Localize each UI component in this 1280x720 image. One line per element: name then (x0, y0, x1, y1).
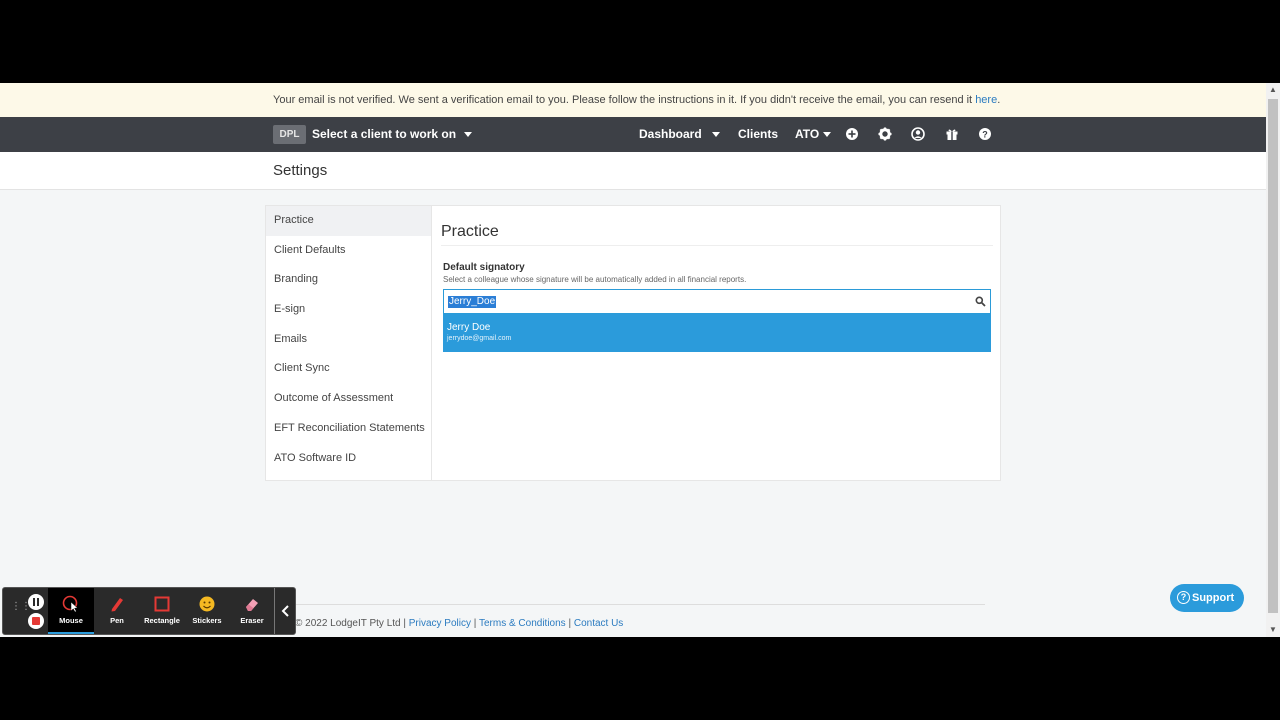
contact-us-link[interactable]: Contact Us (574, 618, 623, 629)
scroll-up-icon[interactable]: ▲ (1266, 83, 1280, 97)
sidebar-item-outcome-of-assessment[interactable]: Outcome of Assessment (266, 384, 431, 414)
sidebar-item-emails[interactable]: Emails (266, 325, 431, 355)
tool-label: Pen (110, 616, 124, 625)
toolbar-collapse-button[interactable] (274, 588, 296, 634)
rectangle-icon (154, 596, 170, 612)
top-navbar: DPL Select a client to work on Dashboard… (0, 117, 1266, 152)
search-icon (975, 296, 986, 307)
sidebar-item-ato-software-id[interactable]: ATO Software ID (266, 444, 431, 474)
practice-badge[interactable]: DPL (273, 125, 306, 144)
tool-rectangle[interactable]: Rectangle (139, 588, 185, 634)
help-circle-icon[interactable]: ? (978, 127, 992, 141)
pen-icon (111, 598, 123, 612)
suggestion-email: jerrydoe@gmail.com (447, 335, 512, 342)
signatory-suggestion[interactable]: Jerry Doe jerrydoe@gmail.com (443, 314, 991, 352)
settings-header: Settings (0, 152, 1266, 190)
nav-ato[interactable]: ATO (795, 117, 832, 152)
footer-copyright: © 2022 LodgeIT Pty Ltd | (295, 618, 409, 629)
stop-icon[interactable] (28, 613, 44, 629)
eraser-icon (246, 599, 258, 611)
footer-separator: | (471, 618, 479, 629)
nav-dashboard[interactable]: Dashboard (639, 117, 702, 152)
support-label: Support (1192, 592, 1235, 604)
signatory-help-text: Select a colleague whose signature will … (443, 275, 747, 284)
pause-icon[interactable] (28, 594, 44, 610)
signatory-search-input[interactable]: Jerry_Doe (443, 289, 991, 314)
nav-clients-label: Clients (738, 127, 779, 141)
gear-icon[interactable] (878, 127, 892, 141)
sidebar-item-e-sign[interactable]: E-sign (266, 295, 431, 325)
chevron-down-icon (464, 132, 473, 138)
footer-separator: | (565, 618, 574, 629)
page-title: Settings (273, 162, 328, 179)
sidebar-item-client-sync[interactable]: Client Sync (266, 354, 431, 384)
chevron-down-icon (712, 132, 720, 138)
chevron-left-icon (281, 605, 289, 617)
footer-divider (295, 604, 985, 605)
tool-eraser[interactable]: Eraser (229, 588, 275, 634)
sidebar-item-eft-reconciliation[interactable]: EFT Reconciliation Statements (266, 414, 431, 444)
tool-label: Rectangle (144, 616, 180, 625)
sticker-icon (199, 596, 215, 612)
plus-circle-icon[interactable] (845, 127, 859, 141)
nav-dashboard-label: Dashboard (639, 127, 702, 141)
svg-text:?: ? (982, 130, 988, 140)
user-circle-icon[interactable] (911, 127, 925, 141)
sidebar-item-branding[interactable]: Branding (266, 265, 431, 295)
banner-end: . (997, 94, 1001, 106)
tool-label: Mouse (59, 616, 83, 625)
chevron-down-icon (823, 132, 832, 138)
signatory-label: Default signatory (443, 262, 525, 273)
nav-ato-label: ATO (795, 127, 820, 141)
client-select-dropdown[interactable]: Select a client to work on (312, 117, 473, 152)
signatory-search-value: Jerry_Doe (448, 296, 497, 308)
support-button[interactable]: ? Support (1170, 584, 1244, 612)
practice-panel: Practice Default signatory Select a coll… (441, 206, 993, 352)
help-circle-icon: ? (1177, 591, 1190, 604)
settings-sidebar: Practice Client Defaults Branding E-sign… (266, 206, 432, 480)
email-verification-banner: Your email is not verified. We sent a ve… (0, 83, 1266, 117)
section-heading: Practice (441, 206, 993, 246)
tool-label: Eraser (240, 616, 264, 625)
dashboard-dropdown-toggle[interactable] (712, 117, 720, 152)
terms-link[interactable]: Terms & Conditions (479, 618, 566, 629)
vertical-scrollbar[interactable]: ▲ ▼ (1266, 83, 1280, 637)
footer: © 2022 LodgeIT Pty Ltd | Privacy Policy … (295, 618, 623, 629)
scrollbar-thumb[interactable] (1268, 99, 1278, 613)
sidebar-item-practice[interactable]: Practice (266, 206, 431, 236)
client-select-label: Select a client to work on (312, 127, 457, 141)
gift-icon[interactable] (945, 127, 959, 141)
settings-card: Practice Client Defaults Branding E-sign… (265, 205, 1001, 481)
sidebar-item-client-defaults[interactable]: Client Defaults (266, 236, 431, 266)
drag-handle-icon[interactable]: ⋮⋮ (11, 602, 31, 612)
tool-pen[interactable]: Pen (94, 588, 140, 634)
annotation-toolbar: ⋮⋮ Mouse Pen Rectangle Stickers Eraser (2, 587, 296, 635)
browser-viewport: Your email is not verified. We sent a ve… (0, 83, 1280, 637)
privacy-policy-link[interactable]: Privacy Policy (409, 618, 471, 629)
nav-clients[interactable]: Clients (738, 117, 778, 152)
banner-text: Your email is not verified. We sent a ve… (273, 94, 976, 106)
tool-mouse[interactable]: Mouse (48, 588, 94, 634)
resend-link[interactable]: here (975, 94, 997, 106)
suggestion-name: Jerry Doe (447, 322, 491, 333)
mouse-pointer-icon (62, 595, 79, 613)
scroll-down-icon[interactable]: ▼ (1266, 623, 1280, 637)
tool-stickers[interactable]: Stickers (184, 588, 230, 634)
tool-label: Stickers (192, 616, 222, 625)
